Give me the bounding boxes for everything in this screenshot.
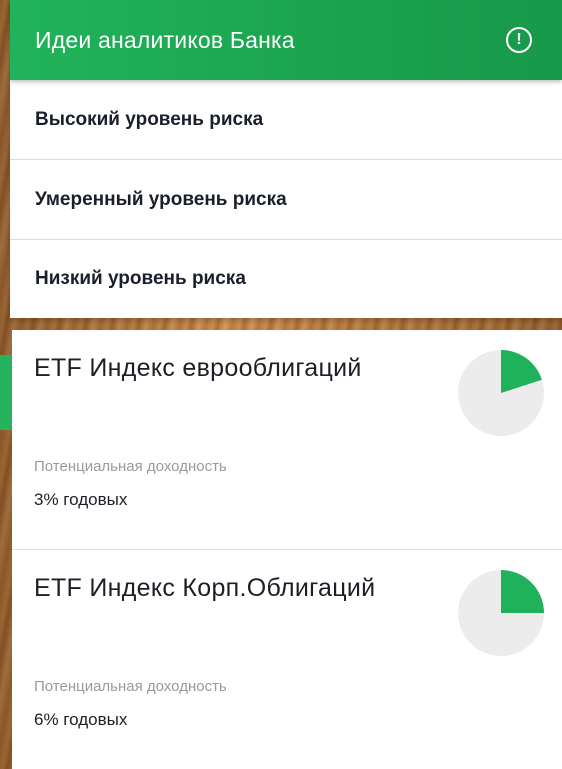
risk-item-high[interactable]: Высокий уровень риска	[10, 80, 562, 160]
fund-list: ETF Индекс еврооблигаций Потенциальная д…	[12, 330, 562, 769]
risk-pie-icon	[458, 570, 544, 656]
risk-item-label: Высокий уровень риска	[35, 108, 264, 130]
fund-card[interactable]: ETF Индекс еврооблигаций Потенциальная д…	[12, 330, 562, 550]
app-header: Идеи аналитиков Банка !	[10, 0, 562, 80]
risk-item-label: Умеренный уровень риска	[35, 188, 287, 210]
page-title: Идеи аналитиков Банка	[35, 26, 295, 53]
fund-card[interactable]: ETF Индекс Корп.Облигаций Потенциальная …	[12, 550, 562, 769]
pie-slice	[501, 570, 544, 613]
risk-item-low[interactable]: Низкий уровень риска	[10, 240, 562, 318]
risk-item-label: Низкий уровень риска	[35, 268, 246, 289]
yield-label: Потенциальная доходность	[34, 458, 227, 475]
risk-level-menu: Высокий уровень риска Умеренный уровень …	[10, 80, 562, 318]
risk-pie-icon	[458, 350, 544, 436]
yield-label: Потенциальная доходность	[34, 678, 227, 695]
yield-value: 6% годовых	[34, 710, 128, 729]
info-icon[interactable]: !	[506, 27, 532, 53]
yield-value: 3% годовых	[34, 490, 128, 509]
risk-item-moderate[interactable]: Умеренный уровень риска	[10, 160, 562, 240]
side-accent-bar	[0, 355, 12, 430]
